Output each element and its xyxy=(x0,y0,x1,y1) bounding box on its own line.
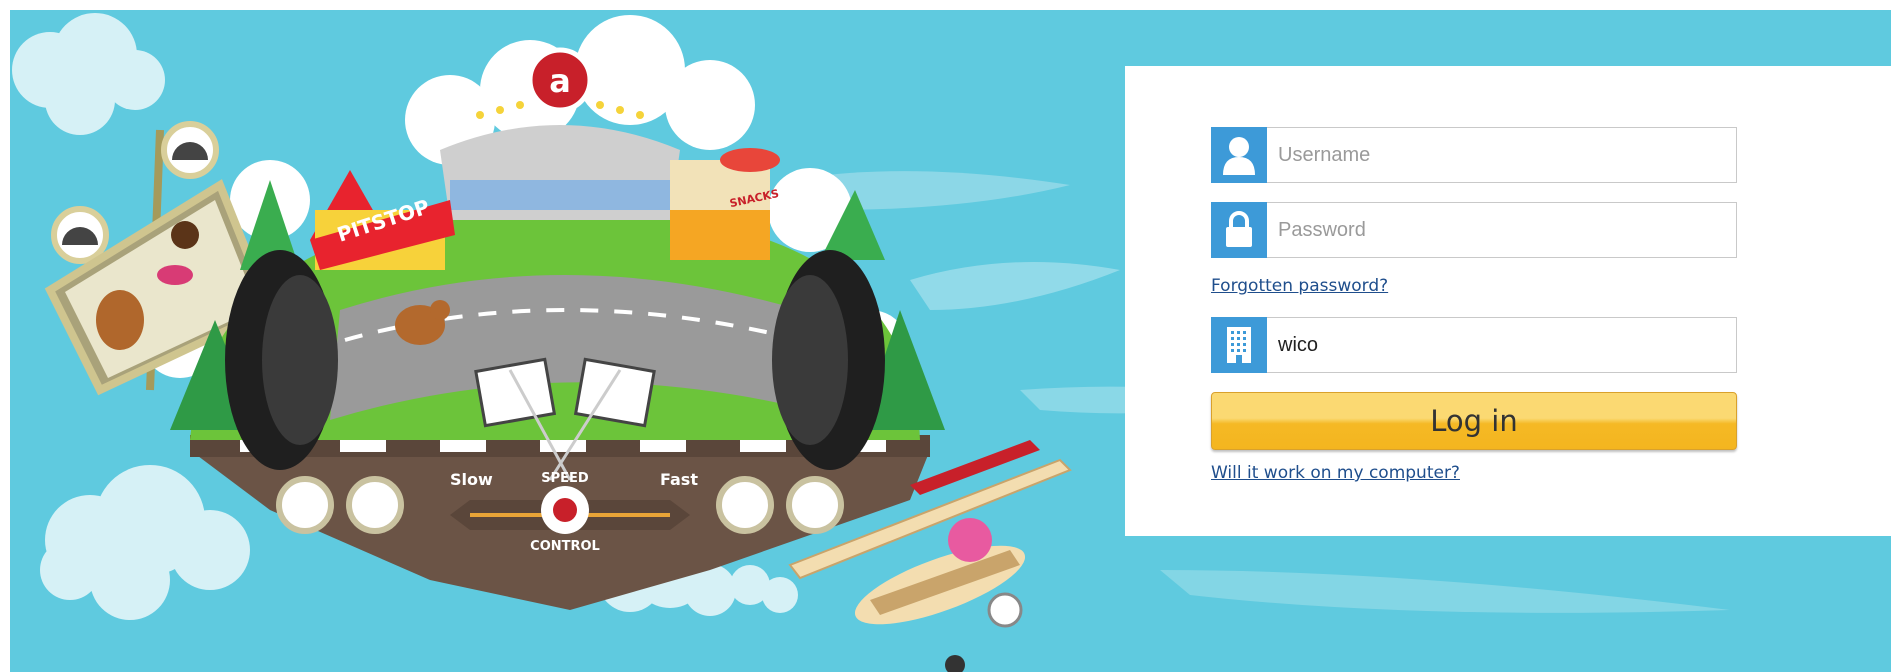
control-label: CONTROL xyxy=(530,539,600,554)
login-button[interactable]: Log in xyxy=(1211,392,1737,450)
login-panel: Forgotten password? Log in Will it work … xyxy=(1125,66,1891,536)
logo-letter: a xyxy=(549,62,571,100)
slow-label: Slow xyxy=(450,470,493,489)
login-page-background: a PITSTOP SNACKS Slow Fast SPEED CONTROL… xyxy=(10,10,1891,672)
user-icon xyxy=(1211,127,1267,183)
school-input[interactable] xyxy=(1274,326,1722,364)
school-field[interactable] xyxy=(1211,317,1737,373)
compatibility-link[interactable]: Will it work on my computer? xyxy=(1211,463,1460,483)
password-input[interactable] xyxy=(1274,211,1722,249)
lock-icon xyxy=(1211,202,1267,258)
username-field[interactable] xyxy=(1211,127,1737,183)
fast-label: Fast xyxy=(660,470,698,489)
username-input[interactable] xyxy=(1274,136,1722,174)
snacks-stand: SNACKS xyxy=(670,148,780,260)
speed-label: SPEED xyxy=(541,471,589,486)
cloud xyxy=(40,465,250,620)
pitstop-tent: PITSTOP xyxy=(310,170,455,270)
building-icon xyxy=(1211,317,1267,373)
password-field[interactable] xyxy=(1211,202,1737,258)
forgotten-password-link[interactable]: Forgotten password? xyxy=(1211,276,1388,296)
cloud xyxy=(12,13,165,135)
